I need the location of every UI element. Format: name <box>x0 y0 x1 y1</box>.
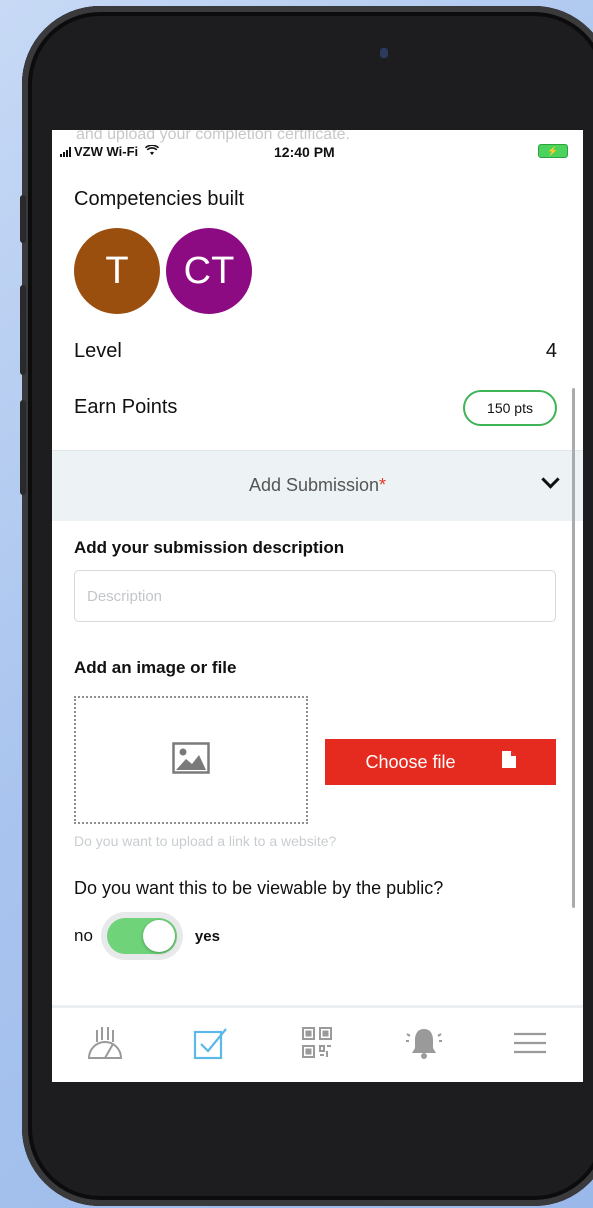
add-submission-accordion[interactable]: Add Submission* <box>52 450 583 521</box>
wifi-icon <box>145 144 160 159</box>
scrolled-instruction-text: and upload your completion certificate. <box>76 130 350 143</box>
page: and upload your completion certificate. … <box>0 0 593 1208</box>
tab-tasks[interactable] <box>181 1021 241 1069</box>
toggle-on-label: yes <box>194 927 220 945</box>
accordion-label: Add Submission* <box>248 475 387 495</box>
public-visibility-toggle[interactable] <box>106 918 177 954</box>
upload-link-prompt[interactable]: Do you want to upload a link to a websit… <box>74 833 336 849</box>
visibility-question: Do you want this to be viewable by the p… <box>74 878 444 898</box>
tab-notifications[interactable] <box>394 1021 454 1069</box>
clock: 12:40 PM <box>274 144 335 160</box>
description-input[interactable] <box>74 570 556 622</box>
app-screen: and upload your completion certificate. … <box>52 130 583 1082</box>
carrier-indicator: VZW Wi-Fi <box>60 144 160 159</box>
image-placeholder-icon <box>172 741 210 779</box>
volume-up-button <box>20 285 26 375</box>
scrollbar[interactable] <box>572 388 575 908</box>
choose-file-label: Choose file <box>365 751 456 772</box>
front-camera-icon <box>380 48 388 58</box>
competency-badge-t: T <box>74 228 160 314</box>
signal-strength-icon <box>60 146 71 157</box>
checkbox-icon <box>193 1026 229 1065</box>
earn-points-label: Earn Points <box>74 396 178 418</box>
tab-menu[interactable] <box>500 1021 560 1069</box>
file-label: Add an image or file <box>74 658 237 677</box>
description-label: Add your submission description <box>74 538 345 557</box>
visibility-toggle-row: no yes <box>74 918 220 954</box>
battery-charging-icon: ⚡ <box>538 144 568 158</box>
level-label: Level <box>74 340 122 362</box>
mute-switch <box>20 195 26 243</box>
tab-dashboard[interactable] <box>75 1021 135 1069</box>
dashboard-gauge-icon <box>85 1024 125 1067</box>
competency-badge-ct: CT <box>166 228 252 314</box>
required-marker: * <box>379 475 387 495</box>
file-icon <box>501 751 516 773</box>
competencies-title: Competencies built <box>74 188 245 210</box>
qr-code-icon <box>302 1026 333 1064</box>
bottom-tab-bar <box>52 1005 583 1082</box>
bell-icon <box>405 1026 443 1065</box>
file-drop-zone[interactable] <box>74 696 308 824</box>
carrier-name: VZW Wi-Fi <box>74 144 139 159</box>
menu-icon <box>513 1031 547 1060</box>
level-value: 4 <box>545 340 557 362</box>
toggle-off-label: no <box>74 926 93 945</box>
toggle-knob[interactable] <box>142 920 175 952</box>
points-badge: 150 pts <box>463 390 557 426</box>
choose-file-button[interactable]: Choose file <box>325 739 556 785</box>
tab-qr-scan[interactable] <box>287 1021 347 1069</box>
status-bar: and upload your completion certificate. … <box>52 130 583 172</box>
volume-down-button <box>20 400 26 495</box>
